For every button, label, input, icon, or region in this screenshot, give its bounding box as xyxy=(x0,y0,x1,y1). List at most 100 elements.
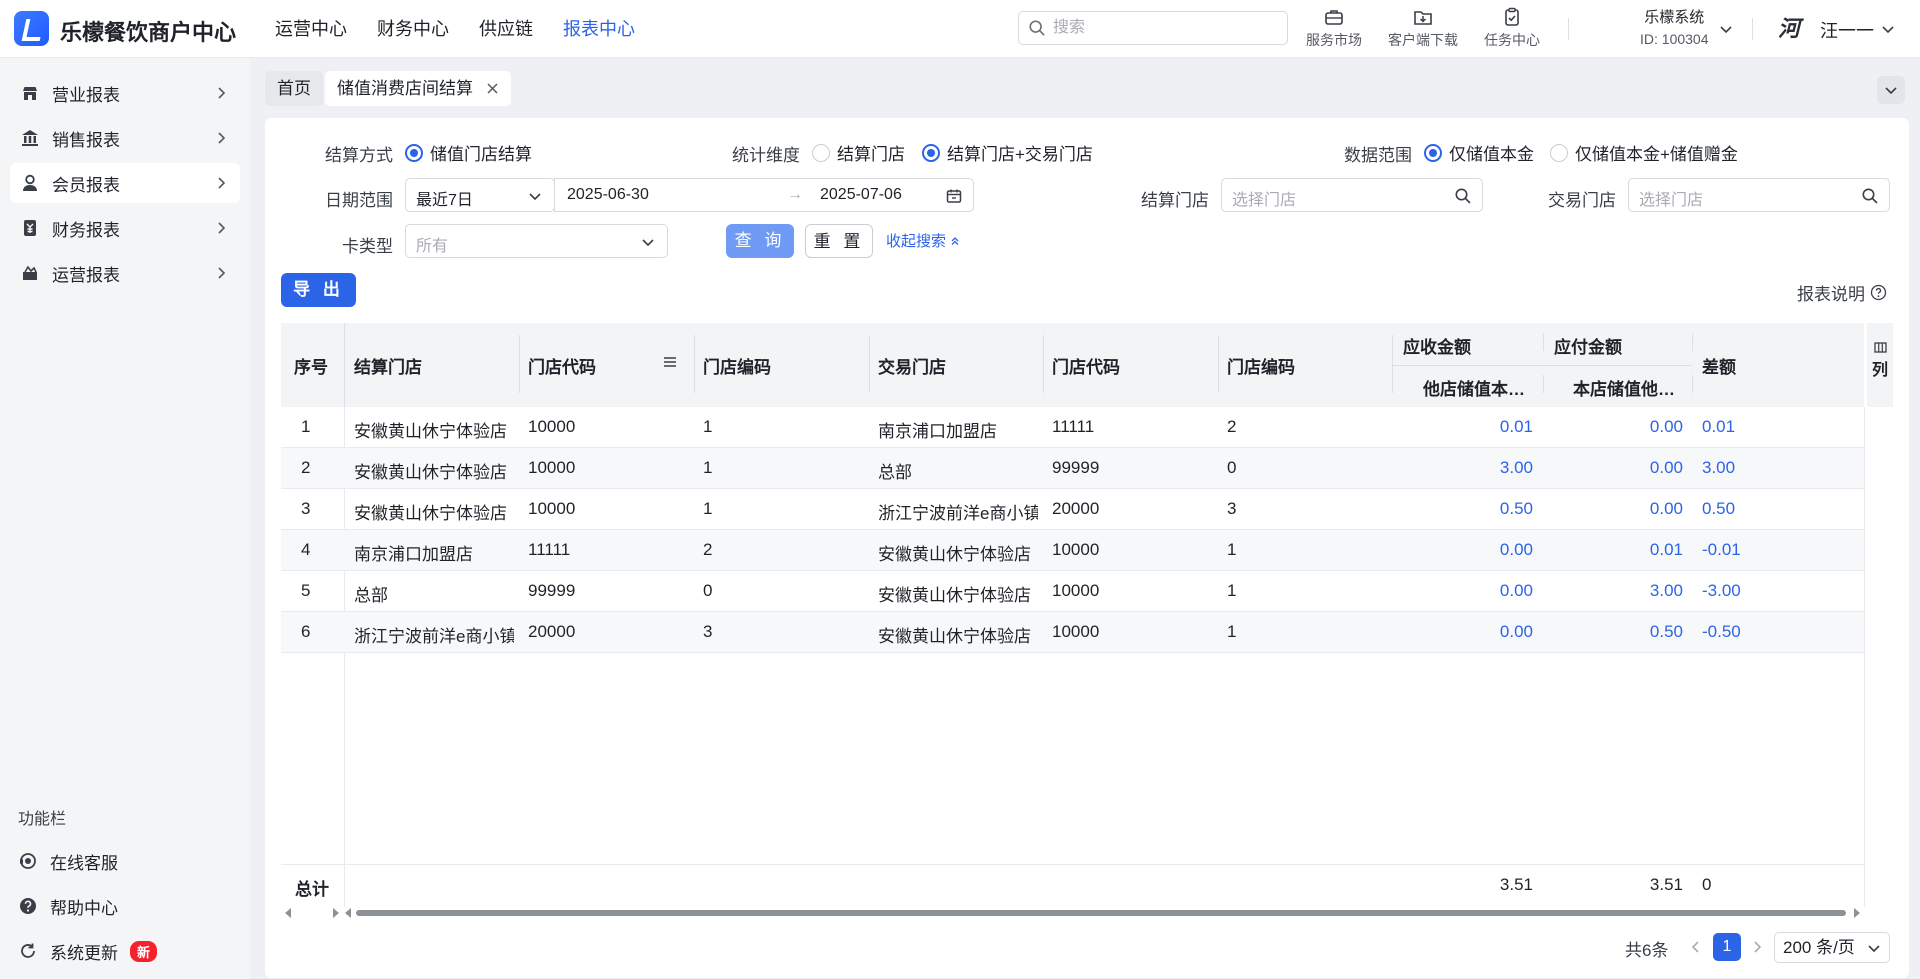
data-range-radio-principal-bonus[interactable]: 仅储值本金+储值赠金 xyxy=(1550,140,1738,165)
chevron-down-icon[interactable] xyxy=(1718,21,1734,37)
cell-trade-no: 0 xyxy=(1227,458,1237,477)
chevron-down-icon[interactable] xyxy=(1880,21,1896,37)
client-download-button[interactable]: 客户端下载 xyxy=(1383,6,1463,50)
sidebar-item-online-service[interactable]: 在线客服 xyxy=(8,841,238,881)
horizontal-scrollbar[interactable] xyxy=(281,906,1864,920)
divider xyxy=(1568,18,1569,40)
sidebar-item-sales[interactable]: 销售报表 xyxy=(10,118,240,158)
column-setting-button[interactable]: 列 xyxy=(1867,323,1893,407)
table-row[interactable]: 5 总部 99999 0 安徽黄山休宁体验店 10000 1 0.00 3.00 -3.00 xyxy=(281,571,1864,612)
table-row[interactable]: 2 安徽黄山休宁体验店 10000 1 总部 99999 0 3.00 0.00 3.00 xyxy=(281,448,1864,489)
date-end-value: 2025-07-06 xyxy=(820,186,902,203)
user-name[interactable]: 汪一一 xyxy=(1820,17,1874,43)
settle-store-select[interactable]: 选择门店 xyxy=(1221,178,1483,212)
cell-trade-no: 1 xyxy=(1227,540,1237,559)
nav-operation[interactable]: 运营中心 xyxy=(275,0,347,58)
date-range-picker[interactable]: 2025-06-30 → 2025-07-06 xyxy=(554,178,974,212)
radio-label: 储值门店结算 xyxy=(430,145,532,164)
column-setting-label: 列 xyxy=(1871,362,1888,379)
app-logo-icon[interactable] xyxy=(14,11,49,46)
col-divider xyxy=(869,335,870,393)
total-diff: 0 xyxy=(1702,875,1712,894)
reset-button[interactable]: 重 置 xyxy=(805,224,873,258)
calendar-icon xyxy=(946,189,962,203)
card-type-select[interactable]: 所有 xyxy=(405,224,668,258)
chevron-down-icon xyxy=(642,239,654,247)
finance-icon xyxy=(24,220,36,236)
main-panel: 结算方式 储值门店结算 统计维度 结算门店 结算门店+交易门店 数据范围 仅储值… xyxy=(265,118,1909,978)
settle-method-label: 结算方式 xyxy=(325,146,393,165)
cell-receivable: 0.50 xyxy=(1499,499,1533,518)
cell-trade-code: 10000 xyxy=(1052,540,1100,559)
trade-store-select[interactable]: 选择门店 xyxy=(1628,178,1890,212)
collapse-search-label: 收起搜索 xyxy=(886,233,947,250)
tab-home[interactable]: 首页 xyxy=(265,71,323,106)
sidebar-item-operation[interactable]: 运营报表 xyxy=(10,253,240,293)
tabs-collapse-button[interactable] xyxy=(1877,76,1905,104)
nav-finance[interactable]: 财务中心 xyxy=(377,0,449,58)
radio-unchecked-icon xyxy=(812,143,830,162)
nav-reports[interactable]: 报表中心 xyxy=(563,0,635,58)
top-bar: 乐檬餐饮商户中心 运营中心 财务中心 供应链 报表中心 服务市场 客户端下载 任… xyxy=(0,0,1920,58)
dimension-radio-settle-store[interactable]: 结算门店 xyxy=(812,140,905,165)
date-preset-select[interactable]: 最近7日 xyxy=(405,178,555,212)
task-center-label: 任务中心 xyxy=(1484,32,1540,48)
date-start-value: 2025-06-30 xyxy=(567,186,649,203)
system-switcher[interactable]: 乐檬系统 ID: 100304 xyxy=(1640,6,1709,47)
tab-current-label: 储值消费店间结算 xyxy=(337,79,473,98)
settle-method-radio[interactable]: 储值门店结算 xyxy=(405,140,532,165)
scroll-right-icon[interactable] xyxy=(1853,908,1861,918)
report-description-link[interactable]: 报表说明 xyxy=(1797,280,1887,305)
col-divider xyxy=(1043,335,1044,393)
help-icon xyxy=(20,898,36,914)
close-icon[interactable] xyxy=(486,82,499,95)
avatar[interactable]: 河 xyxy=(1774,14,1804,44)
tab-current[interactable]: 储值消费店间结算 xyxy=(325,71,511,106)
table-row[interactable]: 4 南京浦口加盟店 11111 2 安徽黄山休宁体验店 10000 1 0.00 0.01 -0.… xyxy=(281,530,1864,571)
scroll-left-icon[interactable] xyxy=(284,908,292,918)
sidebar-item-finance[interactable]: 财务报表 xyxy=(10,208,240,248)
cell-trade-store: 安徽黄山休宁体验店 xyxy=(878,586,1031,605)
search-icon xyxy=(1862,188,1878,204)
task-center-button[interactable]: 任务中心 xyxy=(1478,6,1546,50)
export-button[interactable]: 导 出 xyxy=(281,273,356,307)
card-type-value: 所有 xyxy=(416,238,449,255)
search-input[interactable] xyxy=(1053,17,1273,39)
scrollbar-thumb[interactable] xyxy=(356,910,1846,916)
cell-receivable: 0.00 xyxy=(1499,540,1533,559)
sidebar-item-business[interactable]: 营业报表 xyxy=(10,73,240,113)
table-row[interactable]: 6 浙江宁波前洋e商小镇 20000 3 安徽黄山休宁体验店 10000 1 0.00 0.50… xyxy=(281,612,1864,653)
table-row[interactable]: 3 安徽黄山休宁体验店 10000 1 浙江宁波前洋e商小镇 20000 3 0.50 0.00… xyxy=(281,489,1864,530)
service-market-button[interactable]: 服务市场 xyxy=(1300,6,1368,50)
dimension-radio-settle-trade[interactable]: 结算门店+交易门店 xyxy=(922,140,1093,165)
col-divider xyxy=(1392,335,1393,393)
sidebar-item-member[interactable]: 会员报表 xyxy=(10,163,240,203)
pagination-current-page[interactable]: 1 xyxy=(1713,933,1741,961)
radio-label: 结算门店 xyxy=(837,145,905,164)
col-header-store-no: 门店编码 xyxy=(703,358,771,377)
cell-diff: -0.01 xyxy=(1702,540,1741,559)
query-button[interactable]: 查 询 xyxy=(726,224,794,258)
table-row[interactable]: 1 安徽黄山休宁体验店 10000 1 南京浦口加盟店 11111 2 0.01 0.00 0.0… xyxy=(281,407,1864,448)
collapse-search-link[interactable]: 收起搜索 xyxy=(886,230,960,251)
scroll-left-icon[interactable] xyxy=(344,908,352,918)
cell-settle-store: 安徽黄山休宁体验店 xyxy=(354,504,507,523)
sidebar-item-label: 营业报表 xyxy=(52,85,120,105)
col-header-trade-no: 门店编码 xyxy=(1227,358,1295,377)
menu-icon[interactable] xyxy=(663,355,677,369)
briefcase-icon xyxy=(1325,10,1343,25)
col-header-trade-code: 门店代码 xyxy=(1052,358,1120,377)
chevron-right-icon[interactable] xyxy=(1750,940,1764,954)
sidebar-item-help-center[interactable]: 帮助中心 xyxy=(8,886,238,926)
cell-store-no: 2 xyxy=(703,540,713,559)
nav-supply-chain[interactable]: 供应链 xyxy=(479,0,533,58)
sidebar-item-label: 运营报表 xyxy=(52,265,120,285)
chevron-right-icon xyxy=(218,87,226,99)
data-range-radio-principal[interactable]: 仅储值本金 xyxy=(1424,140,1534,165)
scroll-right-icon[interactable] xyxy=(332,908,340,918)
cell-receivable: 3.00 xyxy=(1499,458,1533,477)
global-search[interactable] xyxy=(1018,11,1288,45)
chevron-left-icon[interactable] xyxy=(1689,940,1703,954)
page-size-select[interactable]: 200 条/页 xyxy=(1774,932,1890,963)
sidebar-item-system-update[interactable]: 系统更新 新 xyxy=(8,931,238,971)
